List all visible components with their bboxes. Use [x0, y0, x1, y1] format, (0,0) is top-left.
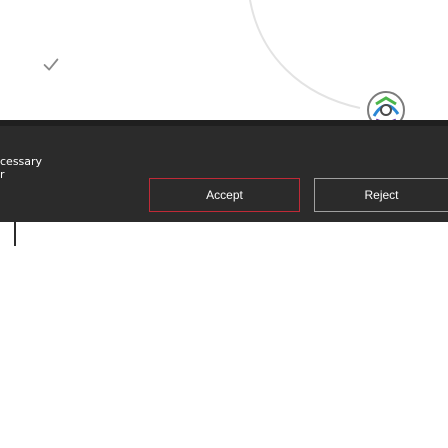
sidebar-line: [14, 222, 16, 246]
necessary-text: cessary: [0, 155, 43, 168]
check-icon: [40, 54, 62, 76]
consent-screen: cessary r Accept Reject: [0, 0, 448, 448]
necessary-text-2: r: [0, 168, 5, 181]
reject-button[interactable]: Reject: [314, 178, 448, 212]
accept-button[interactable]: Accept: [149, 178, 300, 212]
